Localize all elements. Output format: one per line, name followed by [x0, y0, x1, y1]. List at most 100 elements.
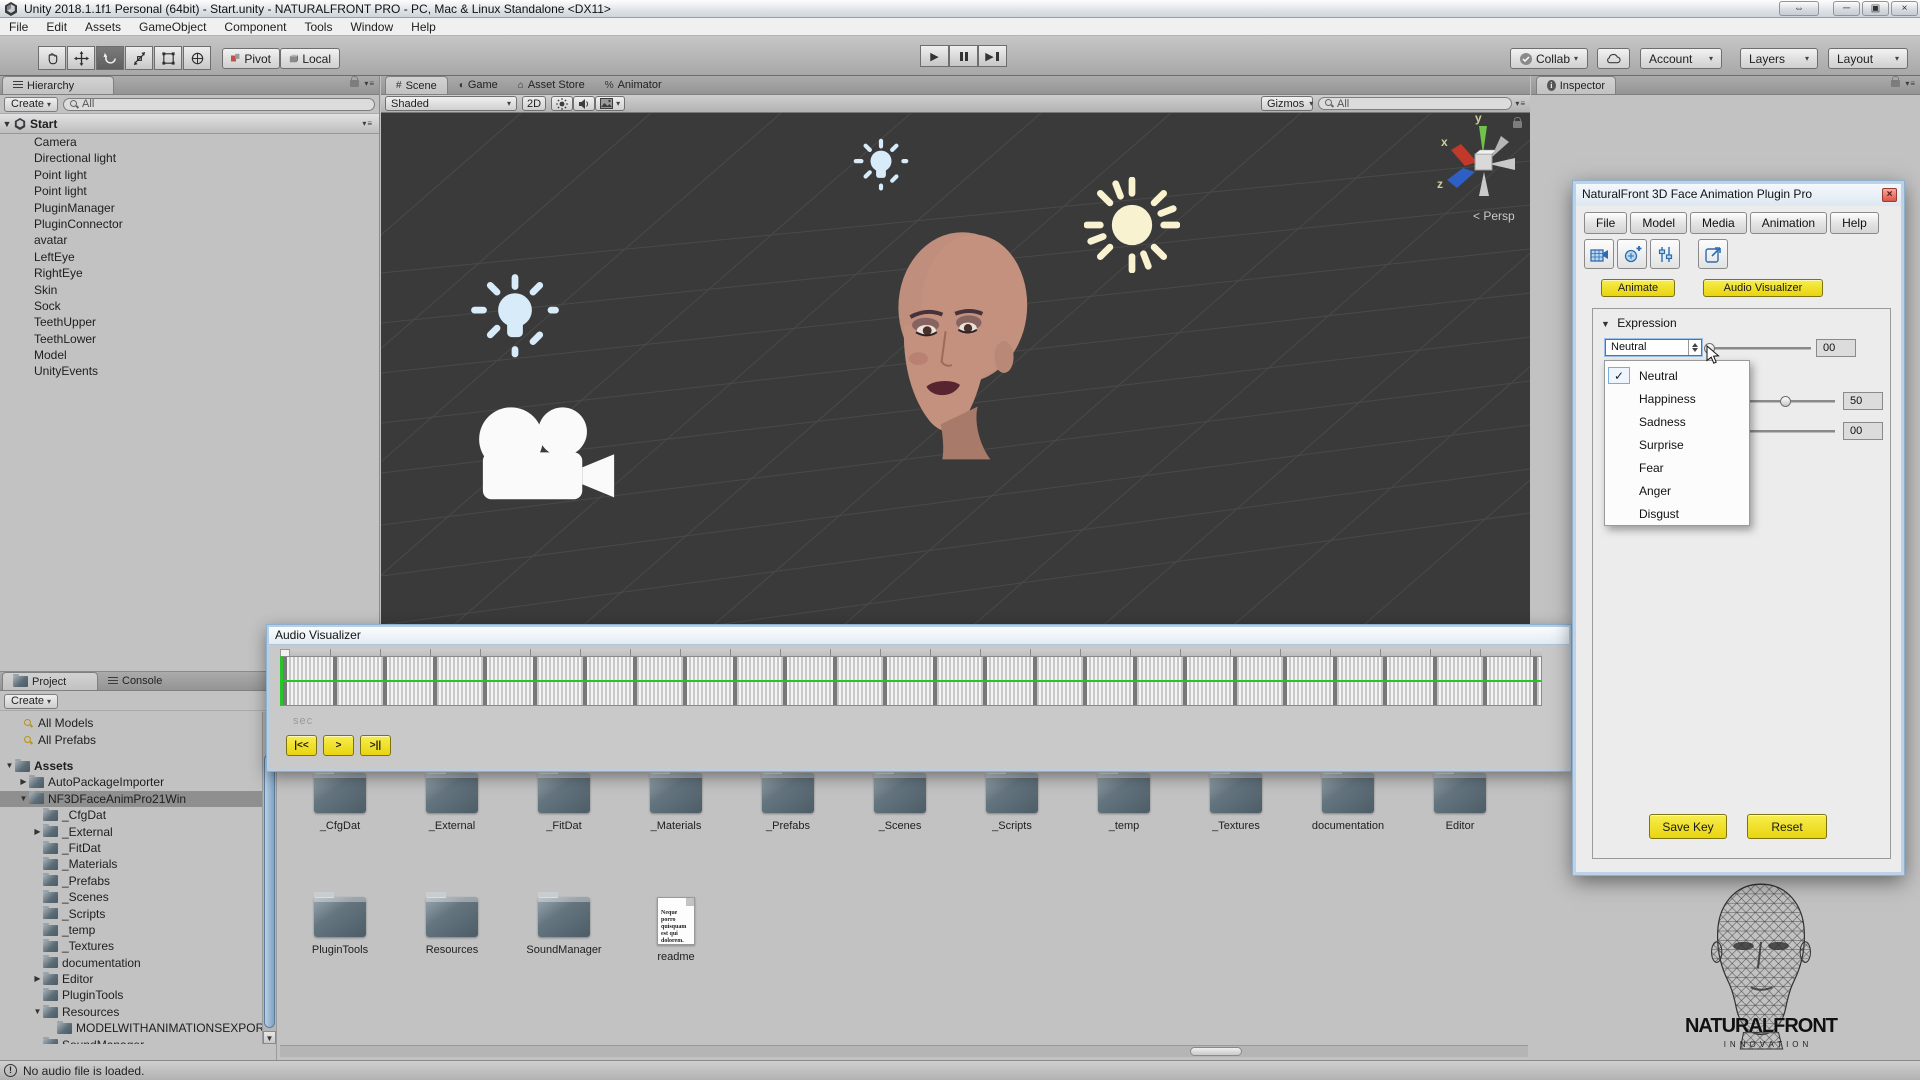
hierarchy-item-avatar[interactable]: avatar [0, 232, 379, 248]
project-item-fitdat[interactable]: _FitDat [512, 773, 616, 832]
tree-item-editor[interactable]: ▶Editor [0, 971, 262, 987]
hierarchy-item-unityevents[interactable]: UnityEvents [0, 363, 379, 379]
foldout-icon[interactable]: ▶ [18, 774, 29, 790]
menu-item-help[interactable]: Help [402, 18, 445, 36]
project-item-external[interactable]: _External [400, 773, 504, 832]
menu-item-assets[interactable]: Assets [76, 18, 130, 36]
tree-item-external[interactable]: ▶_External [0, 824, 262, 840]
hierarchy-item-pluginconnector[interactable]: PluginConnector [0, 216, 379, 232]
project-item-cfgdat[interactable]: _CfgDat [288, 773, 392, 832]
hierarchy-item-skin[interactable]: Skin [0, 282, 379, 298]
tree-item-scripts[interactable]: _Scripts [0, 906, 262, 922]
tab-inspector[interactable]: i Inspector [1536, 76, 1616, 94]
step-button[interactable]: ▶ [978, 45, 1007, 67]
foldout-icon[interactable]: ▼ [1601, 319, 1610, 329]
project-create-button[interactable]: Create▾ [4, 694, 58, 709]
face-model[interactable] [880, 225, 1040, 465]
menu-item-edit[interactable]: Edit [37, 18, 76, 36]
tab-asset-store[interactable]: ⌂Asset Store [508, 76, 595, 94]
camera-icon[interactable] [466, 400, 616, 515]
hierarchy-item-point-light[interactable]: Point light [0, 183, 379, 199]
waveform-timeline[interactable] [280, 656, 1542, 706]
expression-option-sadness[interactable]: Sadness [1605, 410, 1749, 433]
transform-tool-button[interactable] [183, 46, 211, 70]
cloud-button[interactable] [1597, 48, 1630, 69]
add-model-button[interactable] [1617, 239, 1647, 269]
hierarchy-create-button[interactable]: Create▾ [4, 97, 58, 112]
expression-value-3[interactable]: 00 [1843, 422, 1883, 440]
audio-visualizer-button[interactable]: Audio Visualizer [1703, 279, 1823, 297]
export-button[interactable] [1698, 239, 1728, 269]
hierarchy-item-lefteye[interactable]: LeftEye [0, 249, 379, 265]
tree-item-materials[interactable]: _Materials [0, 856, 262, 872]
hierarchy-item-teethlower[interactable]: TeethLower [0, 331, 379, 347]
tree-item-resources[interactable]: ▼Resources [0, 1004, 262, 1020]
account-dropdown[interactable]: Account▾ [1640, 48, 1722, 69]
foldout-icon[interactable]: ▼ [32, 1004, 43, 1020]
tree-item-nf3dfaceanimpro21win[interactable]: ▼NF3DFaceAnimPro21Win [0, 791, 262, 807]
save-key-button[interactable]: Save Key [1649, 814, 1727, 839]
project-item-plugintools[interactable]: PluginTools [288, 897, 392, 956]
scrollbar-handle[interactable] [1190, 1047, 1242, 1056]
hand-tool-button[interactable] [38, 46, 66, 70]
collab-dropdown[interactable]: Collab▾ [1510, 48, 1588, 69]
rotate-tool-button[interactable] [96, 46, 124, 70]
transport-button-0[interactable]: |<< [286, 735, 317, 756]
expression-dropdown[interactable]: Neutral [1605, 339, 1702, 356]
play-button[interactable]: ▶ [920, 45, 949, 67]
project-item-prefabs[interactable]: _Prefabs [736, 773, 840, 832]
favorite-all-models[interactable]: All Models [0, 715, 262, 732]
project-item-textures[interactable]: _Textures [1184, 773, 1288, 832]
pause-button[interactable] [949, 45, 978, 67]
gizmos-dropdown[interactable]: Gizmos▾ [1261, 96, 1313, 111]
rect-tool-button[interactable] [154, 46, 182, 70]
tree-item-modelwithanimationsexpor[interactable]: MODELWITHANIMATIONSEXPOR [0, 1020, 262, 1036]
point-light-icon[interactable] [470, 273, 560, 363]
hierarchy-item-model[interactable]: Model [0, 347, 379, 363]
hierarchy-item-camera[interactable]: Camera [0, 134, 379, 150]
tree-item-prefabs[interactable]: _Prefabs [0, 873, 262, 889]
timeline-ruler[interactable] [280, 649, 1542, 656]
expression-option-anger[interactable]: Anger [1605, 479, 1749, 502]
layers-dropdown[interactable]: Layers▾ [1740, 48, 1818, 69]
tab-project[interactable]: Project [2, 672, 98, 690]
tree-item-cfgdat[interactable]: _CfgDat [0, 807, 262, 823]
tree-item-fitdat[interactable]: _FitDat [0, 840, 262, 856]
scrollbar-handle[interactable] [264, 754, 275, 1028]
scrollbar-down-arrow[interactable]: ▼ [263, 1031, 276, 1044]
layout-dropdown[interactable]: Layout▾ [1828, 48, 1908, 69]
foldout-icon[interactable]: ▼ [18, 791, 29, 807]
grid-scrollbar[interactable] [280, 1045, 1528, 1057]
orientation-gizmo[interactable]: y x z [1433, 113, 1530, 220]
plugin-tab-file[interactable]: File [1584, 212, 1627, 234]
menu-item-window[interactable]: Window [341, 18, 402, 36]
2d-toggle-button[interactable]: 2D [522, 96, 546, 111]
tab-console[interactable]: Console [98, 672, 188, 690]
shading-dropdown[interactable]: Shaded▾ [385, 96, 517, 111]
foldout-icon[interactable]: ▶ [32, 971, 43, 987]
tree-item-autopackageimporter[interactable]: ▶AutoPackageImporter [0, 774, 262, 790]
expression-option-neutral[interactable]: ✓Neutral [1605, 364, 1749, 387]
tree-item-scenes[interactable]: _Scenes [0, 889, 262, 905]
transport-button-1[interactable]: > [323, 735, 354, 756]
expression-slider-1[interactable] [1709, 347, 1811, 350]
panel-menu-icon[interactable]: ▾≡ [364, 79, 375, 88]
project-item-scenes[interactable]: _Scenes [848, 773, 952, 832]
scene-viewport[interactable]: y x z < Persp [381, 113, 1530, 671]
plugin-tab-model[interactable]: Model [1630, 212, 1687, 234]
hierarchy-item-righteye[interactable]: RightEye [0, 265, 379, 281]
foldout-icon[interactable]: ▼ [0, 119, 14, 129]
menu-item-tools[interactable]: Tools [295, 18, 341, 36]
tree-item-soundmanager[interactable]: SoundManager [0, 1037, 262, 1044]
expression-option-disgust[interactable]: Disgust [1605, 502, 1749, 525]
reset-button[interactable]: Reset [1747, 814, 1827, 839]
panel-menu-icon[interactable]: ▾≡ [1905, 79, 1916, 88]
pivot-toggle-button[interactable]: Pivot [222, 48, 280, 69]
hierarchy-item-point-light[interactable]: Point light [0, 167, 379, 183]
expression-value-1[interactable]: 00 [1816, 339, 1856, 357]
lighting-toggle-button[interactable] [551, 96, 573, 111]
hierarchy-search-input[interactable]: All [63, 98, 375, 111]
scene-panel-menu-icon[interactable]: ▾≡ [1515, 99, 1526, 108]
tab-game[interactable]: ◖Game [448, 76, 508, 94]
move-tool-button[interactable] [67, 46, 95, 70]
